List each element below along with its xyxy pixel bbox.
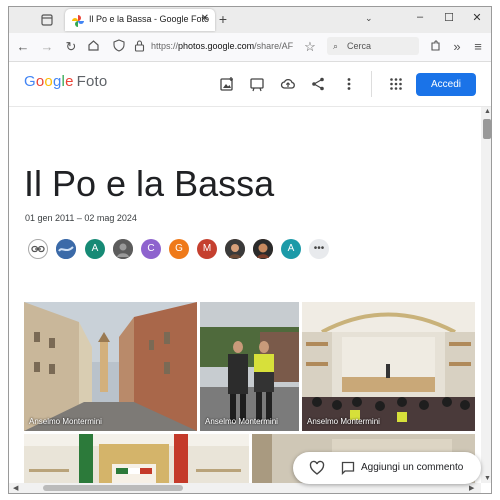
avatar[interactable]: C — [141, 239, 161, 259]
apps-grid-icon[interactable] — [388, 76, 404, 92]
shield-icon[interactable] — [111, 39, 127, 55]
avatar[interactable] — [113, 239, 133, 259]
more-contributors-button[interactable]: ••• — [309, 239, 329, 259]
home-icon[interactable] — [85, 39, 101, 55]
search-icon: ⌕ — [333, 41, 339, 51]
browser-window: Il Po e la Bassa - Google Foto ✕ + ⌄ – ☐… — [8, 6, 492, 494]
chevron-down-icon[interactable]: ⌄ — [365, 13, 373, 24]
lock-icon[interactable] — [131, 39, 147, 55]
google-foto-logo[interactable]: Google Foto — [24, 73, 107, 90]
share-icon[interactable] — [310, 76, 326, 92]
photo-caption: Anselmo Montermini — [29, 417, 102, 426]
tab-title: Il Po e la Bassa - Google Foto — [89, 14, 210, 24]
add-comment-button[interactable]: Aggiungi un commento — [361, 462, 463, 473]
vertical-scrollbar[interactable]: ▲ ▼ — [481, 107, 491, 483]
scroll-left-icon[interactable]: ◀ — [13, 484, 18, 492]
avatar[interactable]: M — [197, 239, 217, 259]
search-placeholder: Cerca — [347, 41, 372, 51]
search-field[interactable]: ⌕ Cerca — [327, 37, 419, 55]
avatar[interactable] — [56, 239, 76, 259]
back-arrow-icon[interactable]: ← — [15, 39, 31, 54]
scroll-up-icon[interactable]: ▲ — [484, 108, 491, 115]
star-icon[interactable]: ☆ — [302, 39, 318, 55]
forward-arrow-icon[interactable]: → — [39, 39, 55, 54]
avatar[interactable]: A — [85, 239, 105, 259]
plus-icon[interactable]: + — [215, 11, 231, 27]
url-field[interactable]: https://photos.google.com/share/AF — [151, 38, 309, 54]
navigation-bar: ← → ↻ https://photos.google.com/share/AF… — [9, 33, 491, 62]
photo-item[interactable]: Anselmo Montermini — [24, 302, 197, 431]
link-icon[interactable] — [28, 239, 48, 259]
more-vert-icon[interactable] — [341, 76, 357, 92]
photo-item[interactable]: Anselmo Montermini — [200, 302, 299, 431]
overflow-icon[interactable]: » — [449, 39, 465, 54]
avatar[interactable]: A — [281, 239, 301, 259]
avatar[interactable]: G — [169, 239, 189, 259]
photo-caption: Anselmo Montermini — [307, 417, 380, 426]
google-photos-favicon — [72, 14, 84, 27]
album-title: Il Po e la Bassa — [24, 163, 275, 204]
menu-icon[interactable]: ≡ — [470, 39, 486, 54]
minimize-icon[interactable]: – — [410, 11, 430, 23]
photo-caption: Anselmo Montermini — [205, 417, 278, 426]
reload-icon[interactable]: ↻ — [63, 39, 79, 55]
cloud-upload-icon[interactable] — [280, 76, 296, 92]
slideshow-icon[interactable] — [249, 76, 265, 92]
avatar[interactable] — [225, 239, 245, 259]
album-dates: 01 gen 2011 – 02 mag 2024 — [25, 213, 137, 223]
extensions-icon[interactable] — [427, 39, 443, 55]
photo-item[interactable] — [24, 434, 249, 483]
tab-google-foto[interactable]: Il Po e la Bassa - Google Foto ✕ — [65, 9, 215, 31]
comment-bar: Aggiungi un commento — [293, 452, 481, 484]
header-divider — [371, 71, 372, 97]
horizontal-scrollbar[interactable]: ◀ ▶ — [9, 483, 481, 493]
maximize-icon[interactable]: ☐ — [439, 11, 459, 24]
app-header: Google Foto Accedi — [9, 62, 491, 107]
signin-button[interactable]: Accedi — [416, 73, 476, 96]
avatar[interactable] — [253, 239, 273, 259]
comment-icon[interactable] — [341, 461, 355, 476]
scroll-right-icon[interactable]: ▶ — [469, 484, 474, 492]
scroll-down-icon[interactable]: ▼ — [484, 475, 491, 482]
close-icon[interactable]: ✕ — [201, 13, 209, 24]
album-content: Il Po e la Bassa 01 gen 2011 – 02 mag 20… — [9, 107, 481, 483]
photo-item[interactable]: Anselmo Montermini — [302, 302, 475, 431]
heart-icon[interactable] — [309, 460, 325, 476]
add-photo-icon[interactable] — [219, 76, 235, 92]
vertical-scroll-thumb[interactable] — [483, 119, 491, 139]
tab-strip: Il Po e la Bassa - Google Foto ✕ + ⌄ – ☐… — [9, 7, 491, 33]
horizontal-scroll-thumb[interactable] — [43, 485, 183, 491]
window-close-icon[interactable]: ✕ — [467, 11, 487, 24]
tab-list-icon[interactable] — [39, 12, 55, 28]
